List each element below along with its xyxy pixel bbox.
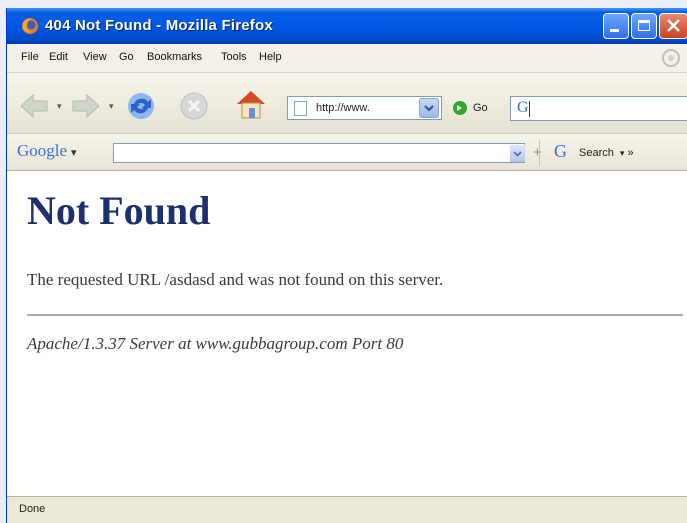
google-search-label: Search xyxy=(579,147,614,159)
more-chevron-icon: » xyxy=(627,147,634,159)
title-bar[interactable]: 404 Not Found - Mozilla Firefox xyxy=(7,8,687,44)
menu-file[interactable]: File xyxy=(21,51,39,63)
google-menu-chevron-icon: ▾ xyxy=(71,147,77,159)
menu-tools[interactable]: Tools xyxy=(221,51,247,63)
search-engine-icon[interactable]: G xyxy=(517,99,529,117)
chevron-down-icon xyxy=(424,105,434,112)
chevron-down-icon xyxy=(513,151,522,157)
search-bar[interactable]: G xyxy=(510,96,687,121)
browser-window: 404 Not Found - Mozilla Firefox File Edi… xyxy=(6,8,687,523)
toolbar-gripper-icon: + xyxy=(533,144,542,161)
google-logo-text: Google xyxy=(17,141,68,160)
google-search-input[interactable] xyxy=(113,143,525,163)
throbber-icon xyxy=(662,49,680,67)
menu-edit[interactable]: Edit xyxy=(49,51,68,63)
window-title: 404 Not Found - Mozilla Firefox xyxy=(45,17,273,34)
google-logo[interactable]: Google ▾ xyxy=(17,141,77,161)
forward-button[interactable] xyxy=(69,89,103,123)
go-arrow-icon[interactable] xyxy=(453,101,467,115)
stop-button[interactable] xyxy=(179,91,209,121)
google-toolbar: Google ▾ + G Search ▾ » xyxy=(7,134,687,171)
status-bar: Done xyxy=(7,496,687,523)
maximize-button[interactable] xyxy=(631,13,657,39)
back-button[interactable] xyxy=(17,89,51,123)
menu-bookmarks[interactable]: Bookmarks xyxy=(147,51,202,63)
menu-go[interactable]: Go xyxy=(119,51,134,63)
navigation-toolbar: ▾ ▾ http://www. Go G xyxy=(7,73,687,134)
url-text: http://www. xyxy=(316,102,370,114)
forward-history-chevron-icon[interactable]: ▾ xyxy=(109,101,114,112)
google-search-button[interactable]: Search ▾ » xyxy=(579,147,634,159)
go-arrow-glyph-icon xyxy=(457,105,462,111)
home-button[interactable] xyxy=(233,87,269,121)
page-icon xyxy=(294,101,307,116)
go-button[interactable]: Go xyxy=(473,102,488,114)
menu-bar: File Edit View Go Bookmarks Tools Help xyxy=(7,44,687,73)
close-icon xyxy=(667,19,680,32)
url-dropdown-button[interactable] xyxy=(419,98,439,118)
close-button[interactable] xyxy=(659,13,687,39)
back-history-chevron-icon[interactable]: ▾ xyxy=(57,101,62,112)
google-search-icon[interactable]: G xyxy=(554,141,567,162)
reload-button[interactable] xyxy=(125,90,157,122)
search-caret xyxy=(529,101,530,117)
error-message: The requested URL /asdasd and was not fo… xyxy=(27,270,444,289)
minimize-button[interactable] xyxy=(603,13,629,39)
page-heading: Not Found xyxy=(27,188,211,233)
search-options-chevron-icon: ▾ xyxy=(619,148,625,158)
menu-help[interactable]: Help xyxy=(259,51,282,63)
menu-view[interactable]: View xyxy=(83,51,107,63)
firefox-app-icon xyxy=(22,18,38,34)
page-content: Not Found The requested URL /asdasd and … xyxy=(7,171,687,496)
server-signature: Apache/1.3.37 Server at www.gubbagroup.c… xyxy=(27,334,404,353)
google-search-dropdown[interactable] xyxy=(510,145,525,162)
horizontal-rule xyxy=(27,314,683,316)
status-text: Done xyxy=(19,503,46,515)
